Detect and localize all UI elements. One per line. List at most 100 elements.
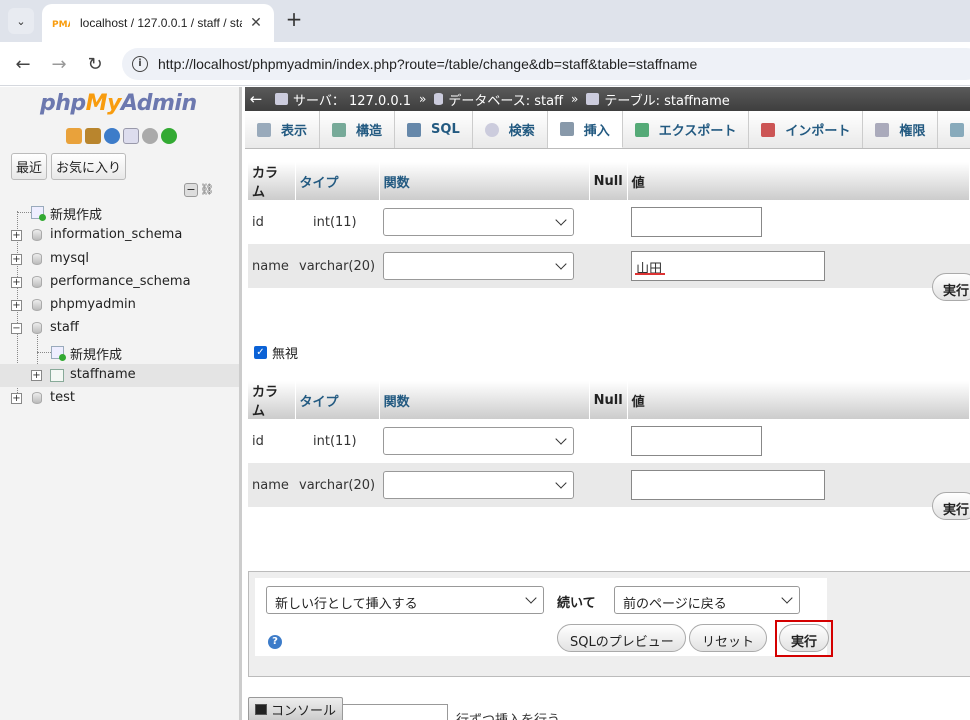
- insert-icon: [559, 122, 574, 136]
- insert-options-fieldset: 新しい行として挿入する 続いて 前のページに戻る ? SQLのプレビュー リセッ…: [248, 571, 970, 677]
- help-icon[interactable]: ?: [268, 635, 282, 649]
- chevron-down-icon: [555, 433, 567, 445]
- reload-nav-icon[interactable]: [161, 128, 177, 144]
- database-icon: [32, 322, 42, 335]
- breadcrumb-table[interactable]: テーブル: staffname: [586, 90, 730, 109]
- home-icon[interactable]: [66, 128, 82, 144]
- tab-import[interactable]: インポート: [749, 111, 864, 148]
- function-select[interactable]: [383, 471, 575, 499]
- tree-item-phpmyadmin[interactable]: + phpmyadmin: [0, 294, 239, 317]
- chevron-down-icon: [555, 214, 567, 226]
- close-icon[interactable]: ✕: [248, 15, 264, 31]
- expand-icon[interactable]: +: [11, 300, 22, 312]
- site-info-icon[interactable]: i: [132, 56, 148, 72]
- expand-icon[interactable]: +: [11, 276, 22, 288]
- database-icon: [32, 252, 42, 265]
- collapse-icon[interactable]: −: [11, 323, 22, 335]
- tree-item-new-table[interactable]: 新規作成: [0, 341, 239, 364]
- tree-item-staff[interactable]: − staff: [0, 317, 239, 340]
- tab-operations[interactable]: 操: [938, 111, 970, 148]
- tree-item-staffname[interactable]: + staffname: [0, 364, 239, 388]
- tree-item-information-schema[interactable]: + information_schema: [0, 224, 239, 247]
- rows-count-input[interactable]: [342, 704, 448, 720]
- function-select[interactable]: [383, 208, 575, 236]
- browse-icon: [257, 122, 271, 137]
- ignore-checkbox-row[interactable]: ✓ 無視: [254, 343, 298, 362]
- reload-icon[interactable]: ↻: [83, 52, 107, 76]
- preview-sql-button[interactable]: SQLのプレビュー: [557, 624, 686, 652]
- logout-icon[interactable]: [85, 128, 101, 144]
- tab-sql[interactable]: SQL: [395, 111, 473, 148]
- expand-icon[interactable]: +: [31, 370, 42, 382]
- import-icon: [761, 122, 776, 137]
- tab-structure[interactable]: 構造: [320, 111, 396, 148]
- insert-mode-select[interactable]: 新しい行として挿入する: [266, 586, 544, 614]
- value-input-name[interactable]: [631, 470, 826, 500]
- function-select[interactable]: [383, 252, 575, 280]
- collapse-all-icon[interactable]: −: [184, 183, 198, 197]
- expand-icon[interactable]: +: [11, 253, 22, 265]
- chevron-down-icon: [525, 592, 537, 604]
- tab-browse[interactable]: 表示: [245, 111, 321, 148]
- new-table-icon: [51, 345, 66, 361]
- table-row: name varchar(20): [248, 463, 970, 507]
- nav-icon-bar: [66, 128, 177, 144]
- address-bar[interactable]: i http://localhost/phpmyadmin/index.php?…: [122, 48, 970, 80]
- tab-search[interactable]: 検索: [473, 111, 548, 148]
- expand-icon[interactable]: +: [11, 393, 22, 405]
- browser-tabstrip: ⌄ PMA localhost / 127.0.0.1 / staff / st…: [0, 0, 970, 42]
- insert-form-1: カラム タイプ 関数 Null 値 id int(11) name varcha…: [248, 162, 970, 288]
- console-icon: [255, 703, 267, 715]
- after-insert-select[interactable]: 前のページに戻る: [614, 586, 800, 614]
- tree-item-performance-schema[interactable]: + performance_schema: [0, 271, 239, 294]
- breadcrumb-database[interactable]: データベース: staff: [434, 90, 563, 109]
- tree-item-test[interactable]: + test: [0, 387, 239, 410]
- tab-export[interactable]: エクスポート: [623, 111, 750, 148]
- favorites-button[interactable]: お気に入り: [51, 153, 127, 180]
- expand-icon[interactable]: +: [11, 230, 22, 242]
- form-header-row: カラム タイプ 関数 Null 値: [248, 381, 970, 419]
- breadcrumb: ← サーバ： 127.0.0.1 » データベース: staff » テーブル:…: [245, 87, 970, 111]
- svg-text:PMA: PMA: [52, 20, 70, 30]
- phpmyadmin-logo[interactable]: phpMyAdmin: [40, 91, 197, 116]
- tree-item-new-database[interactable]: 新規作成: [0, 201, 239, 224]
- help-icon[interactable]: [104, 128, 120, 144]
- tab-insert[interactable]: 挿入: [547, 111, 623, 148]
- value-input-name[interactable]: 山田: [631, 251, 826, 281]
- tree-item-mysql[interactable]: + mysql: [0, 248, 239, 271]
- tab-privileges[interactable]: 権限: [863, 111, 939, 148]
- url-text: http://localhost/phpmyadmin/index.php?ro…: [158, 56, 698, 72]
- value-input-id[interactable]: [631, 207, 763, 237]
- phpmyadmin-favicon-icon: PMA: [52, 16, 75, 30]
- table-row: id int(11): [248, 419, 970, 463]
- server-icon: [275, 93, 288, 105]
- privileges-icon: [875, 122, 890, 137]
- value-input-id[interactable]: [631, 426, 763, 456]
- table-tabs: 表示 構造 SQL 検索 挿入 エクスポート インポート 権限 操: [245, 111, 970, 149]
- tree-controls: − ⛓: [184, 183, 216, 197]
- breadcrumb-server[interactable]: サーバ： 127.0.0.1: [275, 90, 411, 109]
- ignore-checkbox[interactable]: ✓: [254, 346, 267, 359]
- go-button-2[interactable]: 実行: [932, 492, 970, 520]
- table-icon: [50, 369, 64, 383]
- back-icon[interactable]: ←: [11, 52, 35, 76]
- insert-form-2: カラム タイプ 関数 Null 値 id int(11) name varcha…: [248, 381, 970, 507]
- database-icon: [32, 229, 42, 242]
- go-button-1[interactable]: 実行: [932, 273, 970, 301]
- database-icon: [32, 392, 42, 405]
- forward-icon[interactable]: →: [47, 52, 71, 76]
- gear-icon[interactable]: [142, 128, 158, 144]
- link-icon[interactable]: ⛓: [200, 183, 216, 197]
- collapse-nav-icon[interactable]: ←: [247, 90, 265, 108]
- reset-button[interactable]: リセット: [689, 624, 767, 652]
- recent-button[interactable]: 最近: [11, 153, 48, 180]
- function-select[interactable]: [383, 427, 575, 455]
- export-icon: [634, 122, 649, 137]
- tab-title: localhost / 127.0.0.1 / staff / staffnam…: [80, 16, 242, 30]
- tab-search-menu-button[interactable]: ⌄: [8, 8, 34, 34]
- new-tab-button[interactable]: +: [283, 8, 305, 32]
- browser-tab[interactable]: PMA localhost / 127.0.0.1 / staff / staf…: [42, 4, 274, 42]
- navigation-pane: phpMyAdmin 最近 お気に入り − ⛓ 新規作成 + informati…: [0, 87, 242, 720]
- console-tab[interactable]: コンソール: [248, 697, 344, 720]
- docs-icon[interactable]: [123, 128, 139, 144]
